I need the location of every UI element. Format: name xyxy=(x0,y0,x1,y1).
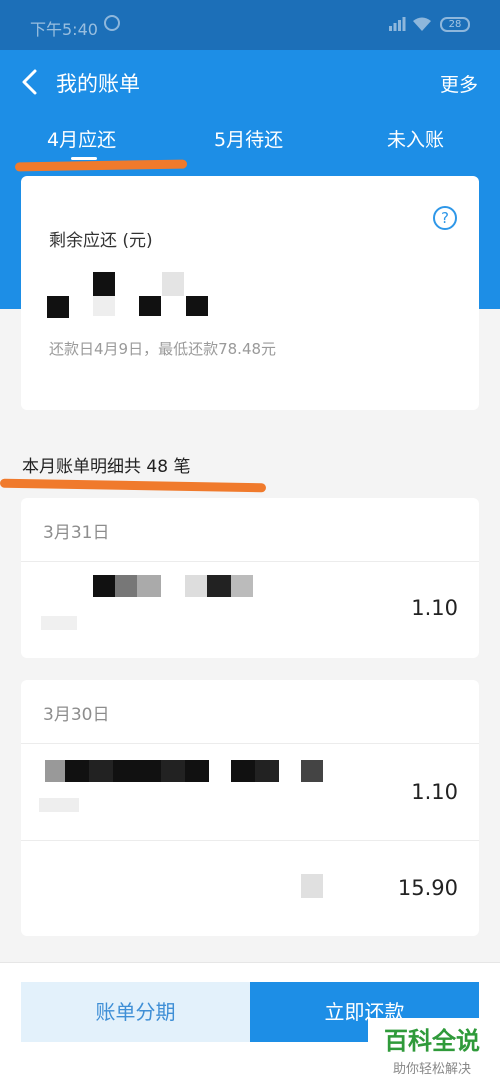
transaction-amount: 15.90 xyxy=(397,876,458,900)
row-divider xyxy=(21,561,479,562)
date-label: 3月31日 xyxy=(43,523,110,543)
alarm-icon xyxy=(104,15,120,31)
tab-april-due[interactable]: 4月应还 xyxy=(47,125,116,152)
tab-may-pending[interactable]: 5月待还 xyxy=(214,125,283,152)
annotation-underline xyxy=(0,478,267,493)
day-group-card: 3月31日 1.10 xyxy=(21,498,479,658)
row-divider xyxy=(21,840,479,841)
help-icon[interactable]: ? xyxy=(433,206,457,230)
installment-button[interactable]: 账单分期 xyxy=(21,982,250,1042)
tab-unposted[interactable]: 未入账 xyxy=(387,125,444,152)
battery-icon: 28 xyxy=(440,17,470,32)
status-time: 下午5:40 xyxy=(30,20,98,39)
day-group-card: 3月30日 1.10 15.90 xyxy=(21,680,479,936)
back-arrow-icon[interactable] xyxy=(18,68,42,96)
watermark-subtitle: 助你轻松解决 xyxy=(392,1062,471,1077)
signal-icon xyxy=(389,17,406,31)
due-date-info: 还款日4月9日，最低还款78.48元 xyxy=(49,340,277,358)
active-tab-indicator xyxy=(71,157,97,160)
tab-bar: 4月应还 5月待还 未入账 xyxy=(0,120,500,160)
transaction-amount: 1.10 xyxy=(411,780,458,804)
app-header: 我的账单 更多 4月应还 5月待还 未入账 xyxy=(0,50,500,178)
bill-summary-card: ? 剩余应还 (元) 还款日4月9日，最低还款78.48元 xyxy=(21,176,479,410)
status-bar: 下午5:40 28 xyxy=(0,0,500,50)
page-title: 我的账单 xyxy=(56,72,140,96)
remaining-due-label: 剩余应还 (元) xyxy=(49,231,153,251)
watermark: 百科全说 助你轻松解决 xyxy=(368,1018,496,1080)
date-label: 3月30日 xyxy=(43,705,110,725)
more-button[interactable]: 更多 xyxy=(440,70,478,97)
transaction-amount: 1.10 xyxy=(411,596,458,620)
row-divider xyxy=(21,743,479,744)
watermark-title: 百科全说 xyxy=(384,1027,480,1055)
wifi-icon xyxy=(413,17,431,31)
bill-detail-count: 本月账单明细共 48 笔 xyxy=(22,457,191,477)
